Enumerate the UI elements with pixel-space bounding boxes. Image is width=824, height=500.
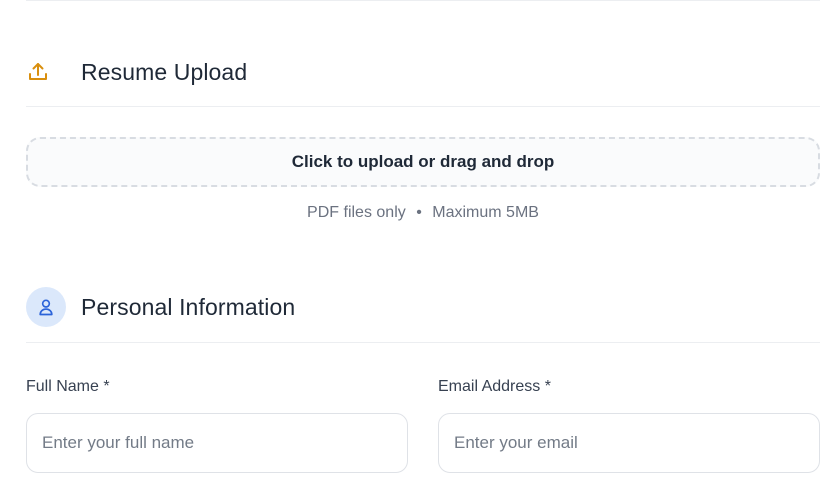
personal-section-header: Personal Information	[26, 287, 820, 327]
upload-hint-size: Maximum 5MB	[432, 204, 539, 221]
dropzone-label: Click to upload or drag and drop	[291, 152, 555, 171]
section-divider	[26, 342, 820, 343]
full-name-input[interactable]	[26, 413, 408, 473]
personal-section-title: Personal Information	[81, 293, 296, 320]
section-divider	[26, 106, 820, 107]
person-icon	[26, 287, 66, 327]
upload-hint-types: PDF files only	[307, 204, 406, 221]
upload-hint-separator: •	[416, 204, 422, 221]
email-input[interactable]	[438, 413, 820, 473]
email-label: Email Address *	[438, 378, 551, 395]
application-form: Resume Upload Click to upload or drag an…	[0, 0, 824, 500]
resume-section-title: Resume Upload	[81, 58, 248, 85]
resume-dropzone[interactable]: Click to upload or drag and drop	[26, 137, 820, 187]
upload-hint: PDF files only • Maximum 5MB	[26, 204, 820, 222]
upload-icon	[26, 52, 66, 92]
full-name-label: Full Name *	[26, 378, 110, 395]
resume-section-header: Resume Upload	[26, 52, 820, 92]
top-divider	[26, 0, 820, 1]
